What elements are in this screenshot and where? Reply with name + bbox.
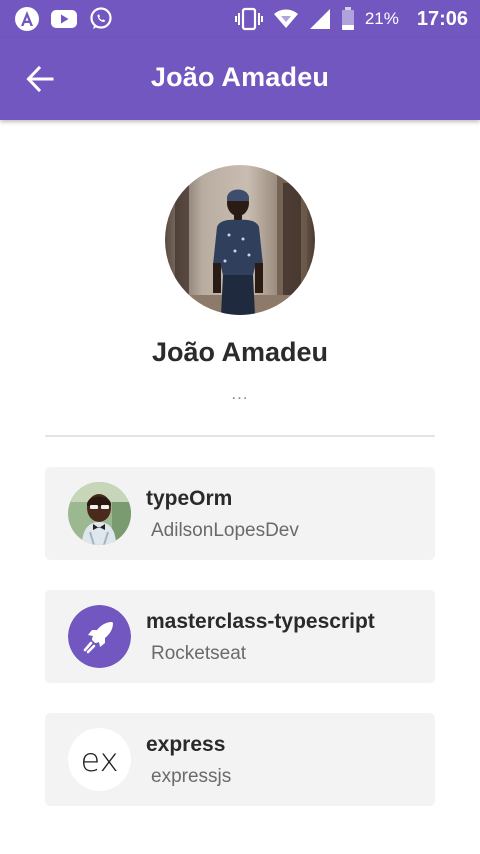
repository-card[interactable]: masterclass-typescript Rocketseat [45,590,435,683]
page-title: João Amadeu [150,62,330,92]
owner-avatar [68,482,131,545]
repository-owner: expressjs [151,766,232,787]
battery-percentage: 21% [364,9,399,28]
profile-name: João Amadeu [151,337,329,367]
repository-owner: AdilsonLopesDev [151,520,299,541]
whatsapp-icon [88,6,114,32]
vibrate-icon [234,7,263,31]
angular-icon [14,6,40,32]
repository-card[interactable]: typeOrm AdilsonLopesDev [45,467,435,560]
clock: 17:06 [416,7,468,30]
repository-name: typeOrm [146,487,233,510]
profile-bio: ... [231,384,249,403]
battery-icon [341,7,355,31]
repository-card[interactable]: ex express expressjs [45,713,435,806]
repository-owner: Rocketseat [151,643,247,664]
repository-name: masterclass-typescript [146,610,375,633]
divider [45,435,435,437]
status-right-icons: 21% 17:06 [234,7,468,31]
status-bar: 21% 17:06 [0,0,480,38]
youtube-icon [50,8,78,30]
express-logo-text: ex [80,741,118,779]
profile-avatar [165,165,315,315]
repository-name: express [146,733,226,756]
rocketseat-logo-icon [68,605,131,668]
wifi-icon [273,8,299,30]
express-logo-icon: ex [68,728,131,791]
signal-icon [309,8,331,30]
app-bar: João Amadeu [0,38,480,120]
status-left-icons [14,6,114,32]
